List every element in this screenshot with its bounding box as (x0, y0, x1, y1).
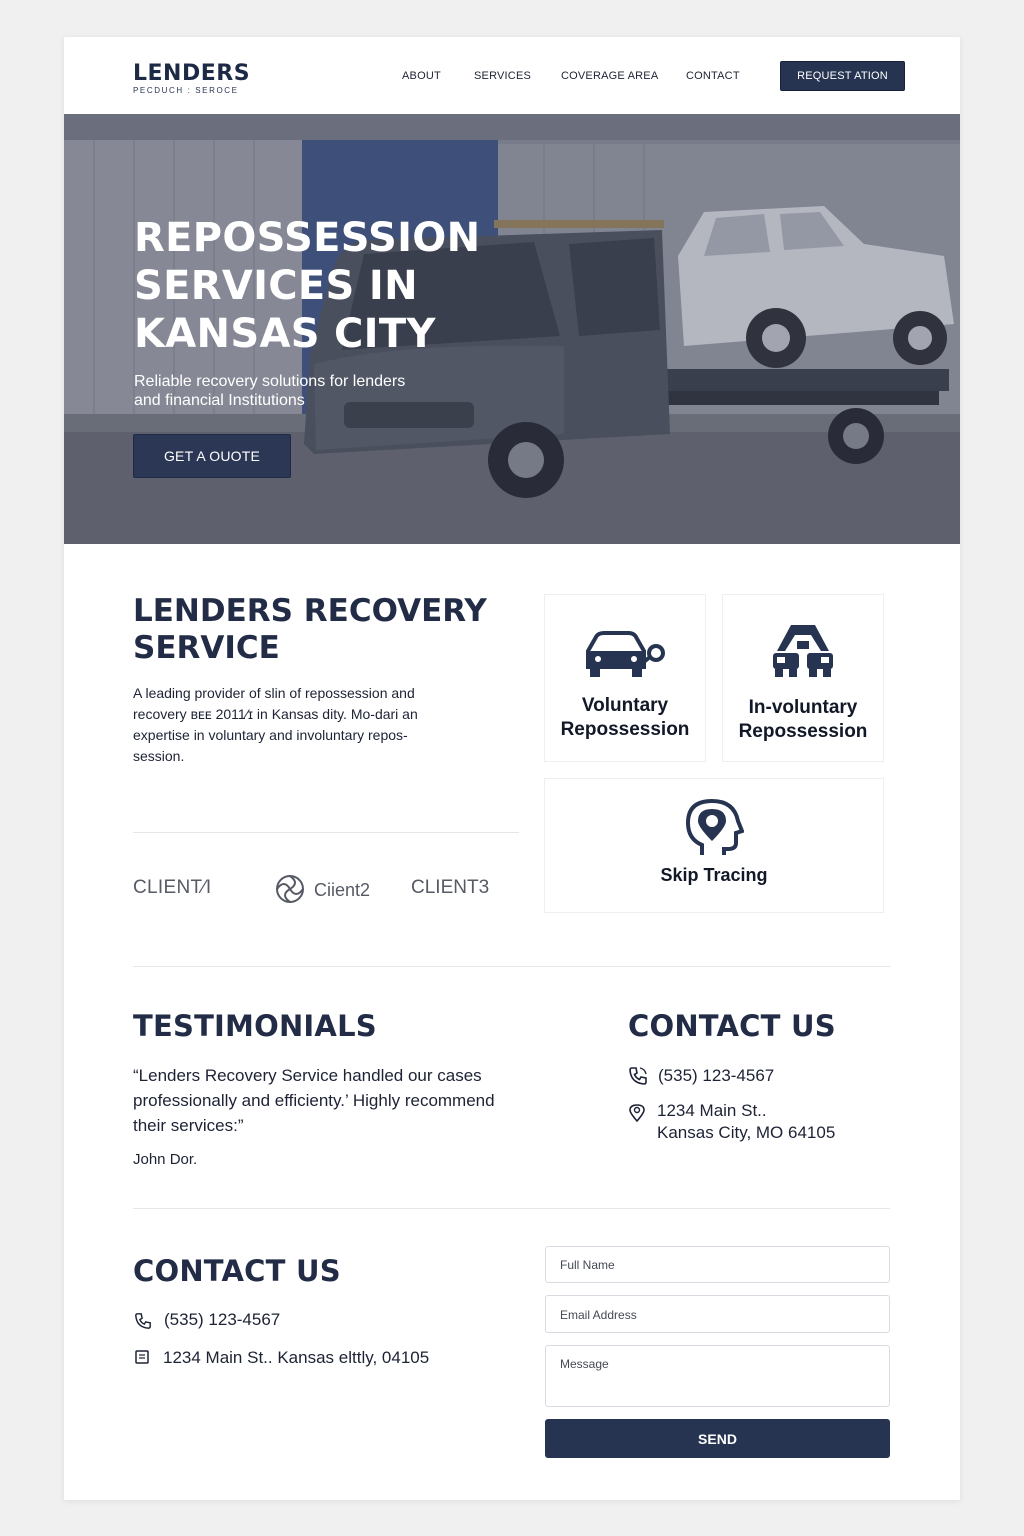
nav-coverage-area[interactable]: COVERAGE AREA (561, 70, 658, 82)
location-head-icon (685, 798, 744, 855)
logo[interactable]: LENDERS PECDUCH : SEROCE (133, 63, 250, 96)
request-button[interactable]: REQUEST ATION (780, 61, 905, 91)
client-logo-1: CLIENT⁄I (133, 877, 212, 898)
client-logo-3: CLIENT3 (411, 877, 490, 898)
hero-section: REPOSSESSION SERVICES IN KANSAS CITY Rel… (64, 114, 960, 544)
service-label-skip-tracing: Skip Tracing (660, 865, 768, 885)
full-name-field[interactable]: Full Name (545, 1246, 890, 1283)
phone-icon (629, 1067, 647, 1085)
contact-title: CONTACT US (628, 1009, 836, 1043)
client-swirl-icon (276, 875, 304, 903)
contact-address-line1: 1234 Main St.. (657, 1101, 767, 1120)
contact-phone-bottom[interactable]: (535) 123-4567 (164, 1309, 280, 1331)
contact-title-bottom: CONTACT US (133, 1254, 341, 1288)
contact-address-bottom: 1234 Main St.. Kansas elttly, 04105 (163, 1348, 430, 1367)
hero-subtitle: Reliable recovery solutions for lenders … (134, 373, 406, 409)
car-key-icon (586, 631, 665, 677)
service-card-voluntary[interactable]: Voluntary Repossession (544, 594, 706, 762)
service-label-voluntary: Voluntary Repossession (560, 695, 690, 740)
service-label-involuntary: In-voluntary Repossession (738, 697, 868, 742)
logo-tagline: PECDUCH : SEROCE (133, 86, 239, 95)
page: LENDERS PECDUCH : SEROCE ABOUT SERVICES … (64, 37, 960, 1500)
logo-wordmark: LENDERS (133, 61, 251, 86)
send-button[interactable]: SEND (545, 1419, 890, 1458)
email-field[interactable]: Email Address (545, 1295, 890, 1333)
site-header: LENDERS PECDUCH : SEROCE ABOUT SERVICES … (64, 37, 960, 114)
divider (133, 832, 519, 833)
about-text: A leading provider of slin of repossessi… (133, 685, 418, 764)
get-quote-button[interactable]: GET A OUOTE (133, 434, 291, 478)
testimonials-title: TESTIMONIALS (133, 1009, 377, 1043)
testimonial-author: John Dor. (133, 1151, 198, 1168)
contact-phone[interactable]: (535) 123-4567 (658, 1065, 774, 1087)
tow-vehicles-icon (773, 625, 833, 677)
about-title: LENDERS RECOVERY SERVICE (133, 593, 487, 666)
nav-about[interactable]: ABOUT (402, 70, 441, 82)
divider (133, 966, 890, 967)
testimonial-quote: “Lenders Recovery Service handled our ca… (133, 1066, 495, 1135)
client-logo-2: Ciient2 (314, 880, 371, 900)
building-icon (135, 1350, 149, 1364)
nav-services[interactable]: SERVICES (474, 70, 531, 82)
nav-contact[interactable]: CONTACT (686, 70, 740, 82)
location-pin-icon (629, 1104, 645, 1123)
phone-icon (135, 1313, 151, 1329)
hero-title: REPOSSESSION SERVICES IN KANSAS CITY (134, 215, 481, 357)
service-card-involuntary[interactable]: In-voluntary Repossession (722, 594, 884, 762)
service-card-skip-tracing[interactable]: Skip Tracing (544, 778, 884, 913)
message-field[interactable]: Message (545, 1345, 890, 1407)
contact-address-line2: Kansas City, MO 64105 (657, 1123, 836, 1142)
divider (133, 1208, 890, 1209)
